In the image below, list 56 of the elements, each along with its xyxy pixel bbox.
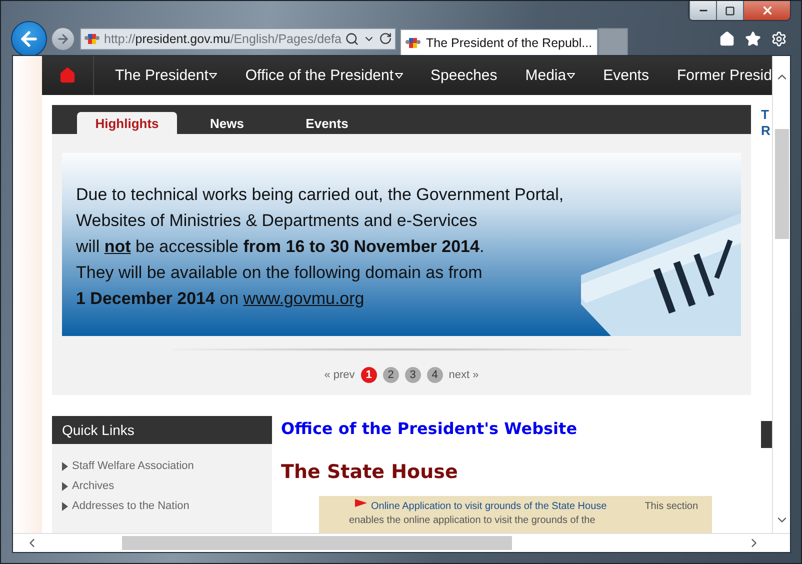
nav-link[interactable]: Media <box>525 67 576 84</box>
settings-icon[interactable] <box>771 30 787 46</box>
notice-box: Online Application to visit grounds of the State House This section enables the online application to visit the grounds of the <box>319 496 712 533</box>
nav-link[interactable]: Office of the President <box>245 67 403 84</box>
vertical-scrollbar[interactable] <box>772 56 790 533</box>
bullet-icon <box>62 502 68 510</box>
next-link[interactable]: next » <box>448 369 479 381</box>
nav-link[interactable]: Events <box>603 67 649 84</box>
search-icon[interactable] <box>345 32 360 46</box>
flag-icon <box>355 499 367 509</box>
emblem-icon <box>84 32 100 46</box>
scroll-thumb[interactable] <box>774 129 788 239</box>
forward-button[interactable] <box>51 26 75 50</box>
close-icon <box>760 4 774 17</box>
scroll-thumb[interactable] <box>122 536 512 550</box>
side-link[interactable]: T <box>761 107 770 123</box>
nav-link[interactable]: Speeches <box>430 67 498 84</box>
bullet-icon <box>62 462 68 470</box>
quick-link[interactable]: Staff Welfare Association <box>62 460 272 472</box>
tab-title: The President of the Republ... <box>426 36 592 50</box>
nav-link[interactable]: Former Presid <box>676 67 772 84</box>
tab[interactable]: Events <box>277 112 377 134</box>
page-button[interactable]: 4 <box>426 367 443 383</box>
address-bar[interactable]: http://president.gov.mu/English/Pages/defa <box>80 28 396 50</box>
section-heading: The State House <box>281 461 459 483</box>
application-link[interactable]: Online Application to visit grounds of the State House <box>371 501 607 512</box>
maximize-icon <box>725 6 735 16</box>
caret-icon <box>209 72 218 78</box>
emblem-icon <box>405 36 421 50</box>
bullet-icon <box>62 482 68 490</box>
site-title: Office of the President's Website <box>281 419 578 438</box>
domain-link[interactable]: www.govmu.org <box>243 289 364 308</box>
page-button[interactable]: 3 <box>404 367 421 383</box>
side-link[interactable]: R <box>761 123 770 139</box>
refresh-icon[interactable] <box>379 32 392 45</box>
caret-icon <box>567 72 576 78</box>
panel-header <box>761 421 772 448</box>
quick-link[interactable]: Addresses to the Nation <box>62 500 272 512</box>
prev-link[interactable]: « prev <box>324 369 355 381</box>
nav-link[interactable]: The President <box>115 67 218 84</box>
tab[interactable]: Highlights <box>77 112 177 134</box>
minimize-button[interactable] <box>689 1 716 20</box>
caret-icon <box>394 72 403 78</box>
horizontal-scrollbar[interactable] <box>13 533 790 552</box>
back-button[interactable] <box>11 20 47 56</box>
page-button[interactable]: 2 <box>382 367 399 383</box>
notice-text: Due to technical works being carried out, the Government Portal, Websites of Ministries & Departments and e-Services will not be accessible from 16 to 30 November 2014. They will be available on the following domain as from 1 December 2014 on www.govmu.org <box>76 184 564 310</box>
star-icon[interactable] <box>745 30 761 46</box>
quick-link[interactable]: Archives <box>62 480 272 492</box>
browser-tab[interactable]: The President of the Republ... <box>400 29 598 55</box>
home-icon[interactable] <box>59 67 76 84</box>
page-button[interactable]: 1 <box>360 367 377 383</box>
tab[interactable]: News <box>177 112 277 134</box>
panel-header: Quick Links <box>52 416 272 444</box>
close-button[interactable] <box>743 1 790 20</box>
maximize-button[interactable] <box>716 1 743 20</box>
